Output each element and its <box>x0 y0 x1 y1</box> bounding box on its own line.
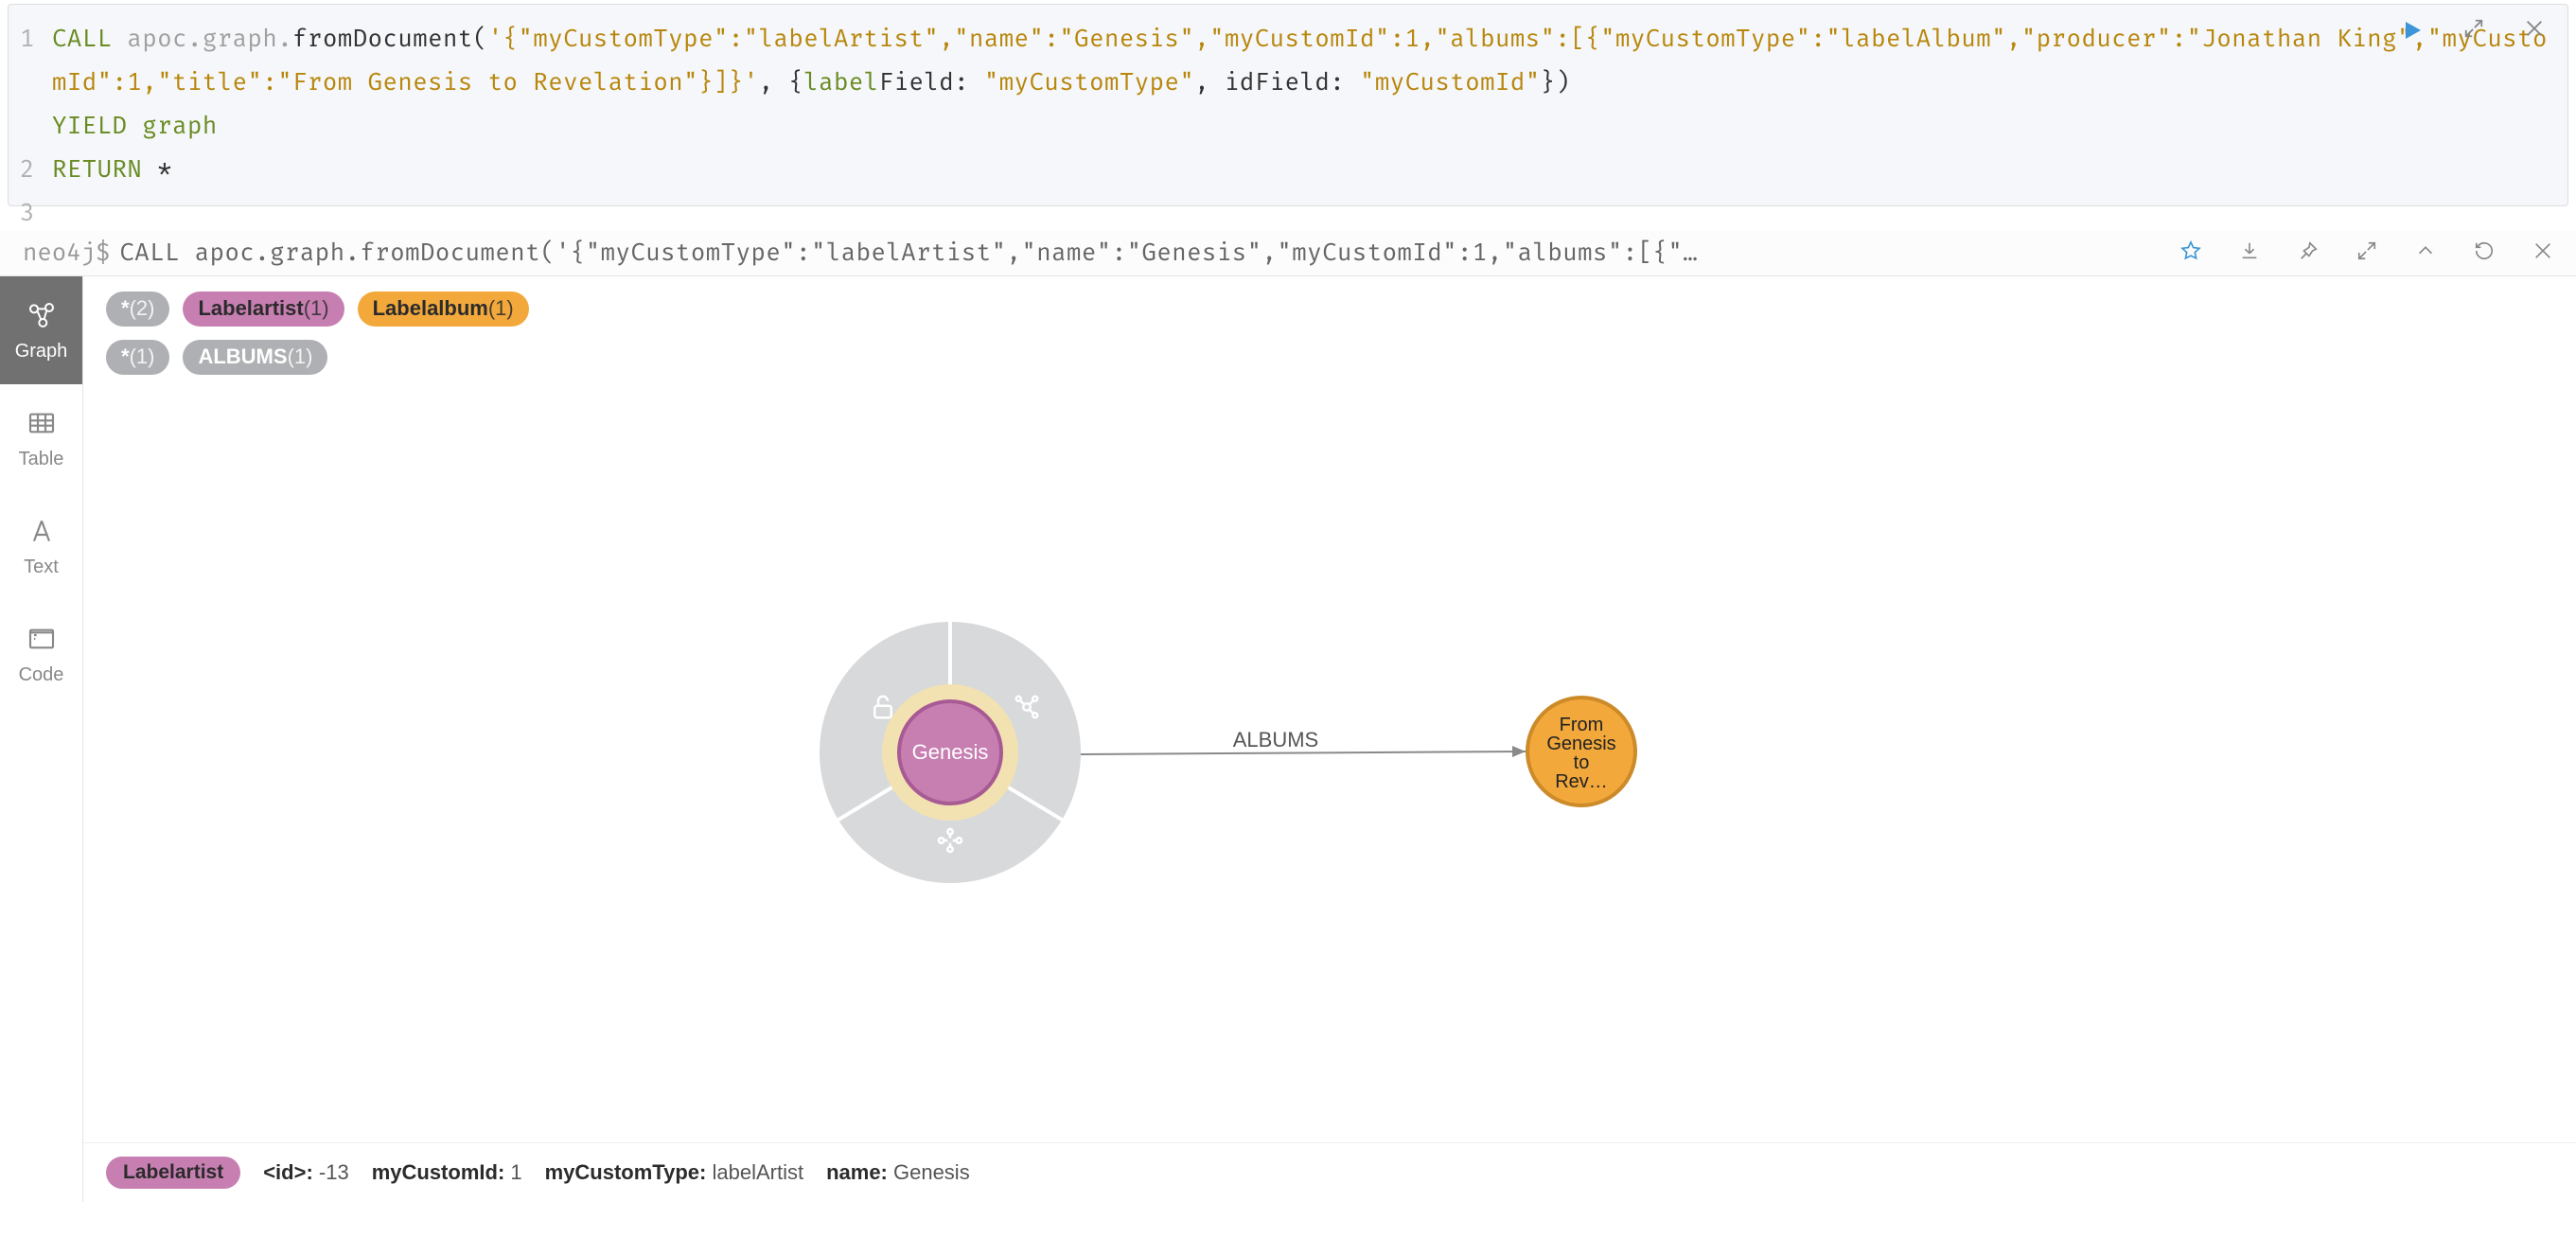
sidebar-item-label: Graph <box>15 341 68 362</box>
svg-text:ALBUMS: ALBUMS <box>1233 728 1318 751</box>
executed-query[interactable]: CALL apoc.graph.fromDocument('{"myCustom… <box>119 239 2180 268</box>
sidebar-item-label: Code <box>19 664 64 686</box>
favorite-icon[interactable] <box>2180 240 2201 267</box>
sidebar-item-text[interactable]: Text <box>0 492 82 600</box>
text-icon <box>26 515 58 547</box>
code-text[interactable]: CALL apoc.graph.fromDocument('{"myCustom… <box>52 18 2549 192</box>
footer-prop-mycustomtype: myCustomType: labelArtist <box>545 1160 803 1185</box>
sidebar-item-code[interactable]: Code <box>0 600 82 708</box>
result-header: neo4j$ CALL apoc.graph.fromDocument('{"m… <box>0 231 2576 276</box>
svg-text:From: From <box>1560 715 1604 735</box>
sidebar-item-label: Text <box>24 557 59 578</box>
close-result-icon[interactable] <box>2532 240 2553 267</box>
node-artist-context-menu[interactable]: Genesis <box>820 622 1081 883</box>
sidebar-item-graph[interactable]: Graph <box>0 276 82 384</box>
graph-icon <box>26 299 58 331</box>
svg-text:Rev…: Rev… <box>1555 771 1608 792</box>
table-icon <box>26 407 58 439</box>
footer-prop-mycustomid: myCustomId: 1 <box>372 1160 522 1185</box>
node-inspector: Labelartist <id>: -13 myCustomId: 1 myCu… <box>83 1142 2576 1202</box>
svg-text:Genesis: Genesis <box>912 740 989 764</box>
close-icon[interactable] <box>2524 18 2545 44</box>
view-sidebar: Graph Table Text Code <box>0 276 83 1202</box>
rerun-icon[interactable] <box>2474 240 2495 267</box>
collapse-up-icon[interactable] <box>2415 240 2436 267</box>
code-icon <box>26 623 58 655</box>
relationship-albums[interactable]: ALBUMS <box>1077 728 1526 757</box>
prompt-label: neo4j$ <box>23 239 110 268</box>
expand-icon[interactable] <box>2463 18 2484 44</box>
graph-canvas[interactable]: ALBUMS From Genesis to Rev… <box>83 276 2576 1202</box>
footer-label-badge[interactable]: Labelartist <box>106 1157 240 1189</box>
run-button[interactable] <box>2401 19 2424 44</box>
node-album[interactable]: From Genesis to Rev… <box>1527 698 1635 805</box>
svg-text:Genesis: Genesis <box>1546 734 1615 754</box>
sidebar-item-table[interactable]: Table <box>0 384 82 492</box>
svg-text:to: to <box>1574 752 1590 773</box>
download-icon[interactable] <box>2239 240 2260 267</box>
expand-result-icon[interactable] <box>2356 240 2377 267</box>
query-editor[interactable]: 1 2 3 CALL apoc.graph.fromDocument('{"my… <box>8 4 2568 206</box>
footer-prop-name: name: Genesis <box>826 1160 970 1185</box>
line-numbers: 1 2 3 <box>20 18 34 236</box>
footer-id: <id>: -13 <box>263 1160 349 1185</box>
sidebar-item-label: Table <box>19 449 64 470</box>
pin-icon[interactable] <box>2298 240 2319 267</box>
